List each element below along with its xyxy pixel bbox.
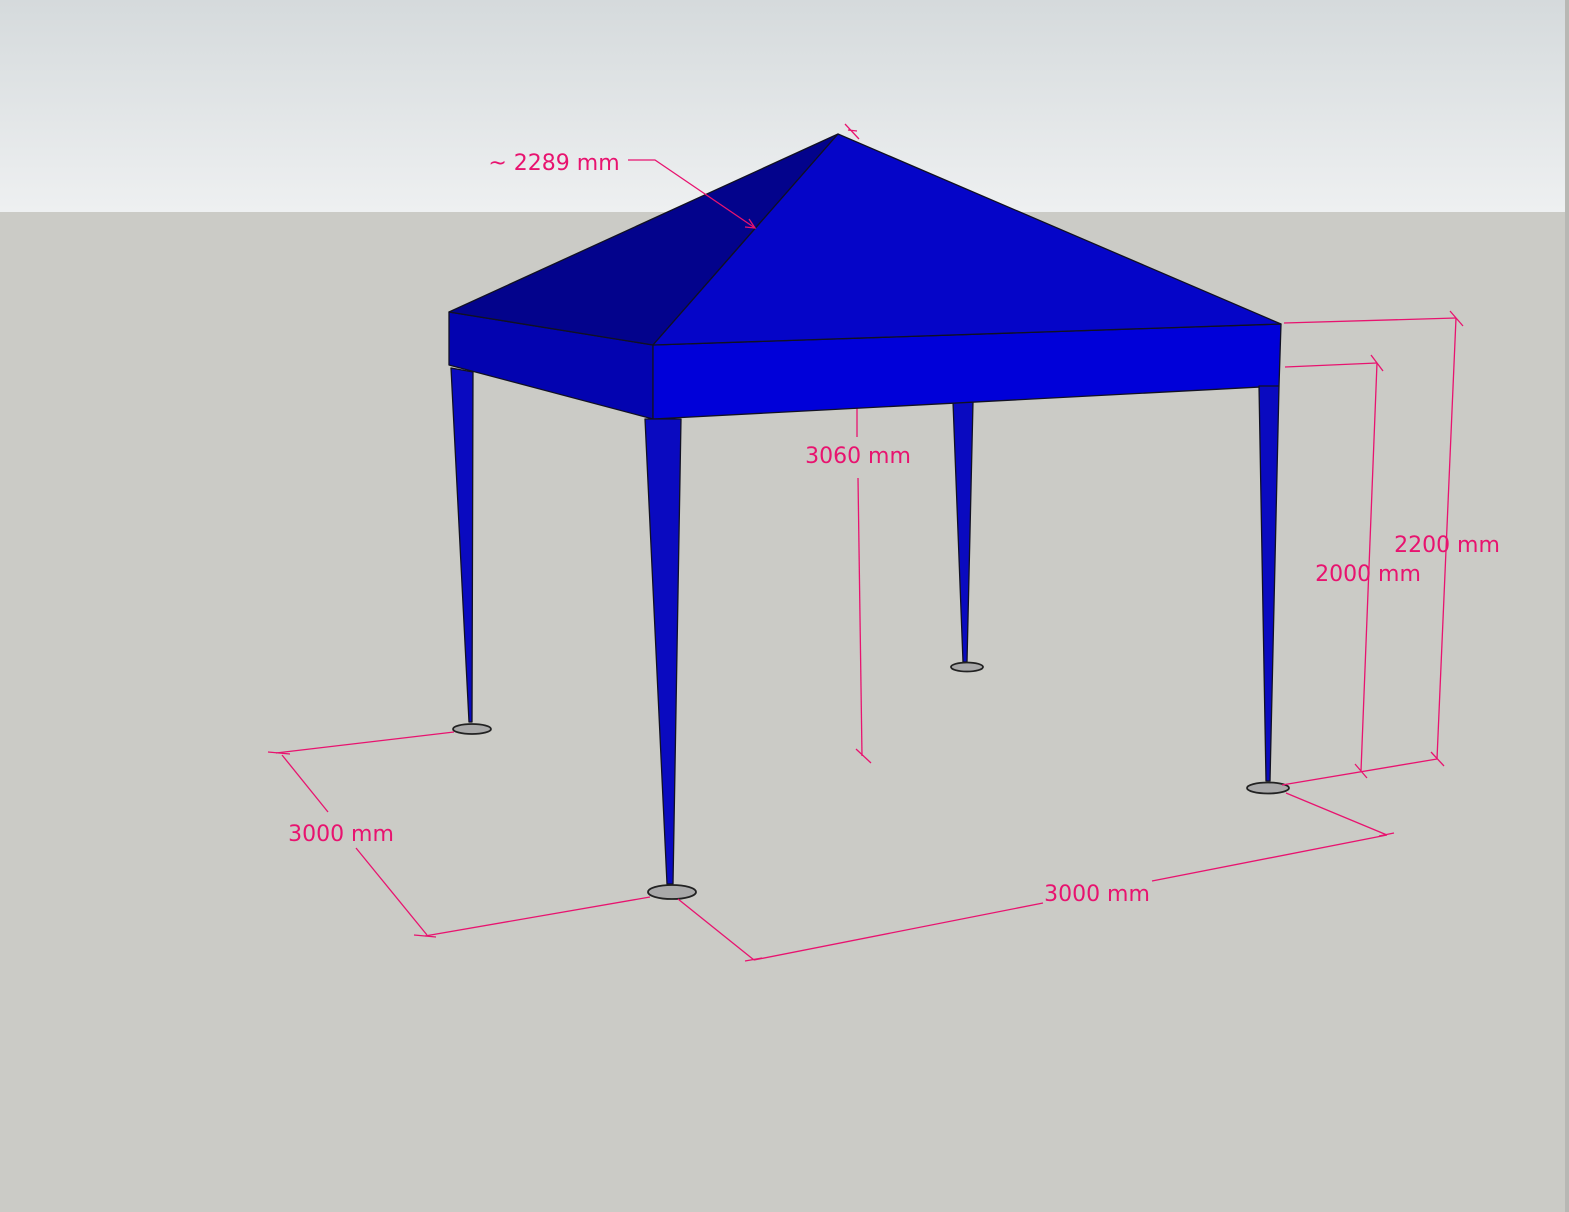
viewport-right-edge [1565,0,1569,1212]
peak-height-label: 3060 mm [805,444,911,469]
depth-label: 3000 mm [288,822,394,847]
total-side-height-label: 2200 mm [1394,533,1500,558]
gazebo-diagram: 3060 mm ~ 2289 mm 2200 mm 2000 mm 3000 m… [0,0,1569,1212]
eave-height-label: 2000 mm [1315,562,1421,587]
sketch-viewport[interactable]: 3060 mm ~ 2289 mm 2200 mm 2000 mm 3000 m… [0,0,1569,1212]
roof-slope-label: ~ 2289 mm [488,151,619,176]
width-label: 3000 mm [1044,882,1150,907]
